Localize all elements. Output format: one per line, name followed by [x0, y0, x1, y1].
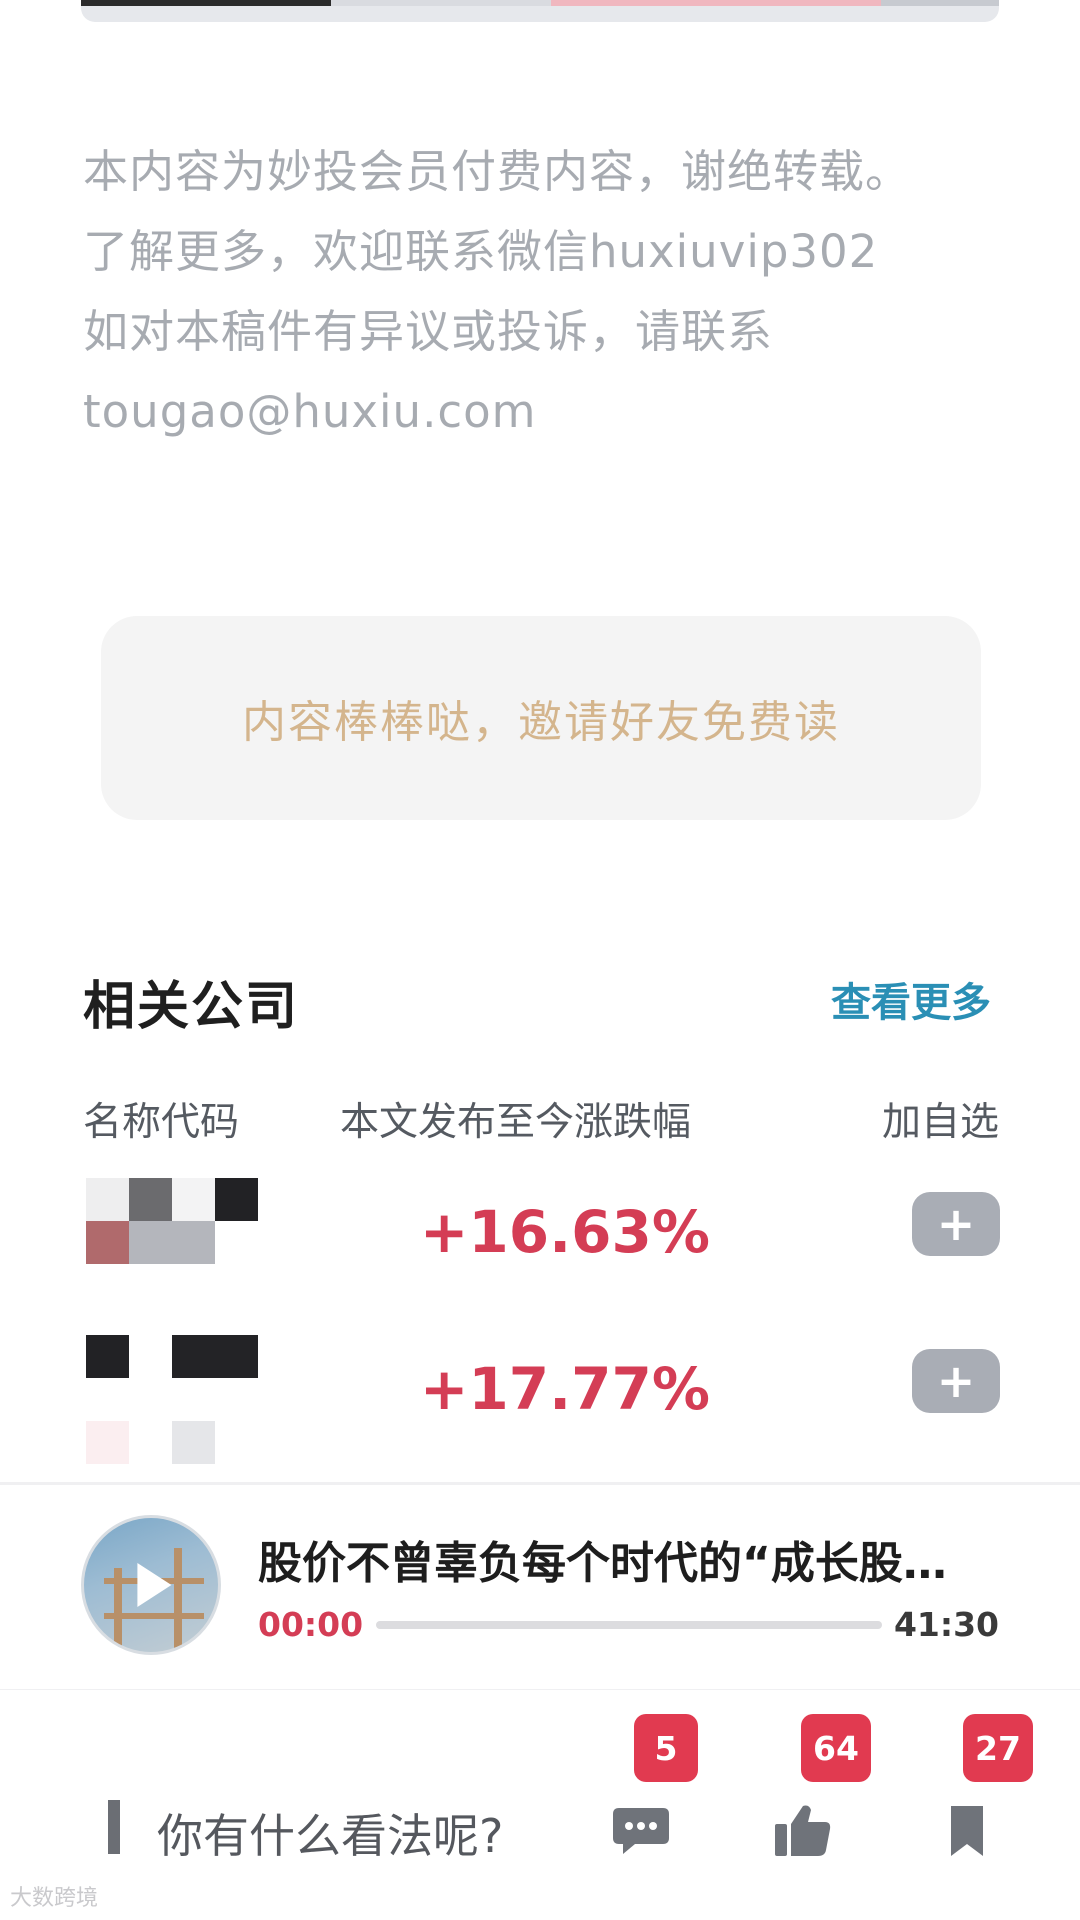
article-image-bottom-edge	[81, 0, 999, 22]
disclaimer-line-1: 本内容为妙投会员付费内容，谢绝转载。	[83, 145, 912, 198]
disclaimer-line-2: 了解更多，欢迎联系微信huxiuvip302	[83, 225, 879, 278]
comment-input[interactable]: 你有什么看法呢?	[157, 1800, 503, 1866]
see-more-link[interactable]: 查看更多	[831, 970, 991, 1028]
column-header-change: 本文发布至今涨跌幅	[340, 1100, 692, 1145]
bookmark-icon[interactable]	[937, 1802, 997, 1858]
column-header-add: 加自选	[881, 1100, 999, 1145]
cover-scaffold-pole	[174, 1548, 182, 1652]
thumbs-up-icon[interactable]	[773, 1802, 833, 1858]
add-watchlist-button[interactable]: +	[912, 1192, 1000, 1256]
price-change: +17.77%	[419, 1355, 710, 1423]
company-row[interactable]: +16.63% +	[0, 1178, 1080, 1328]
invite-friend-button[interactable]: 内容棒棒哒，邀请好友免费读	[101, 616, 981, 820]
watermark-logo: 大数跨境	[10, 1886, 99, 1911]
cover-scaffold-beam	[104, 1613, 204, 1619]
audio-cover-play-button[interactable]	[81, 1515, 221, 1655]
disclaimer-line-3: 如对本稿件有异议或投诉，请联系	[83, 305, 774, 358]
related-companies-title: 相关公司	[83, 977, 300, 1037]
disclaimer-email[interactable]: tougao@huxiu.com	[83, 372, 1013, 452]
audio-title: 股价不曾辜负每个时代的“成长股…	[258, 1538, 947, 1589]
add-watchlist-button[interactable]: +	[912, 1349, 1000, 1413]
bookmarks-count-badge: 27	[963, 1714, 1033, 1782]
play-icon	[137, 1563, 172, 1607]
bottom-action-bar: 你有什么看法呢? 5 64 27	[0, 1690, 1080, 1920]
company-name-redacted	[86, 1178, 258, 1308]
invite-friend-label: 内容棒棒哒，邀请好友免费读	[242, 697, 840, 748]
audio-progress-bar[interactable]	[376, 1621, 882, 1629]
audio-total-time: 41:30	[893, 1605, 999, 1644]
company-row[interactable]: +17.77% +	[0, 1335, 1080, 1485]
comments-count-badge: 5	[634, 1714, 698, 1782]
audio-player: 股价不曾辜负每个时代的“成长股… 00:00 41:30	[0, 1482, 1080, 1692]
price-change: +16.63%	[419, 1198, 710, 1266]
comment-input-accent	[108, 1800, 120, 1854]
company-name-redacted	[86, 1335, 258, 1465]
copyright-disclaimer: 本内容为妙投会员付费内容，谢绝转载。 了解更多，欢迎联系微信huxiuvip30…	[83, 132, 1013, 452]
audio-current-time: 00:00	[258, 1605, 364, 1644]
comment-icon[interactable]	[611, 1802, 671, 1858]
likes-count-badge: 64	[801, 1714, 871, 1782]
column-header-name: 名称代码	[83, 1100, 240, 1145]
